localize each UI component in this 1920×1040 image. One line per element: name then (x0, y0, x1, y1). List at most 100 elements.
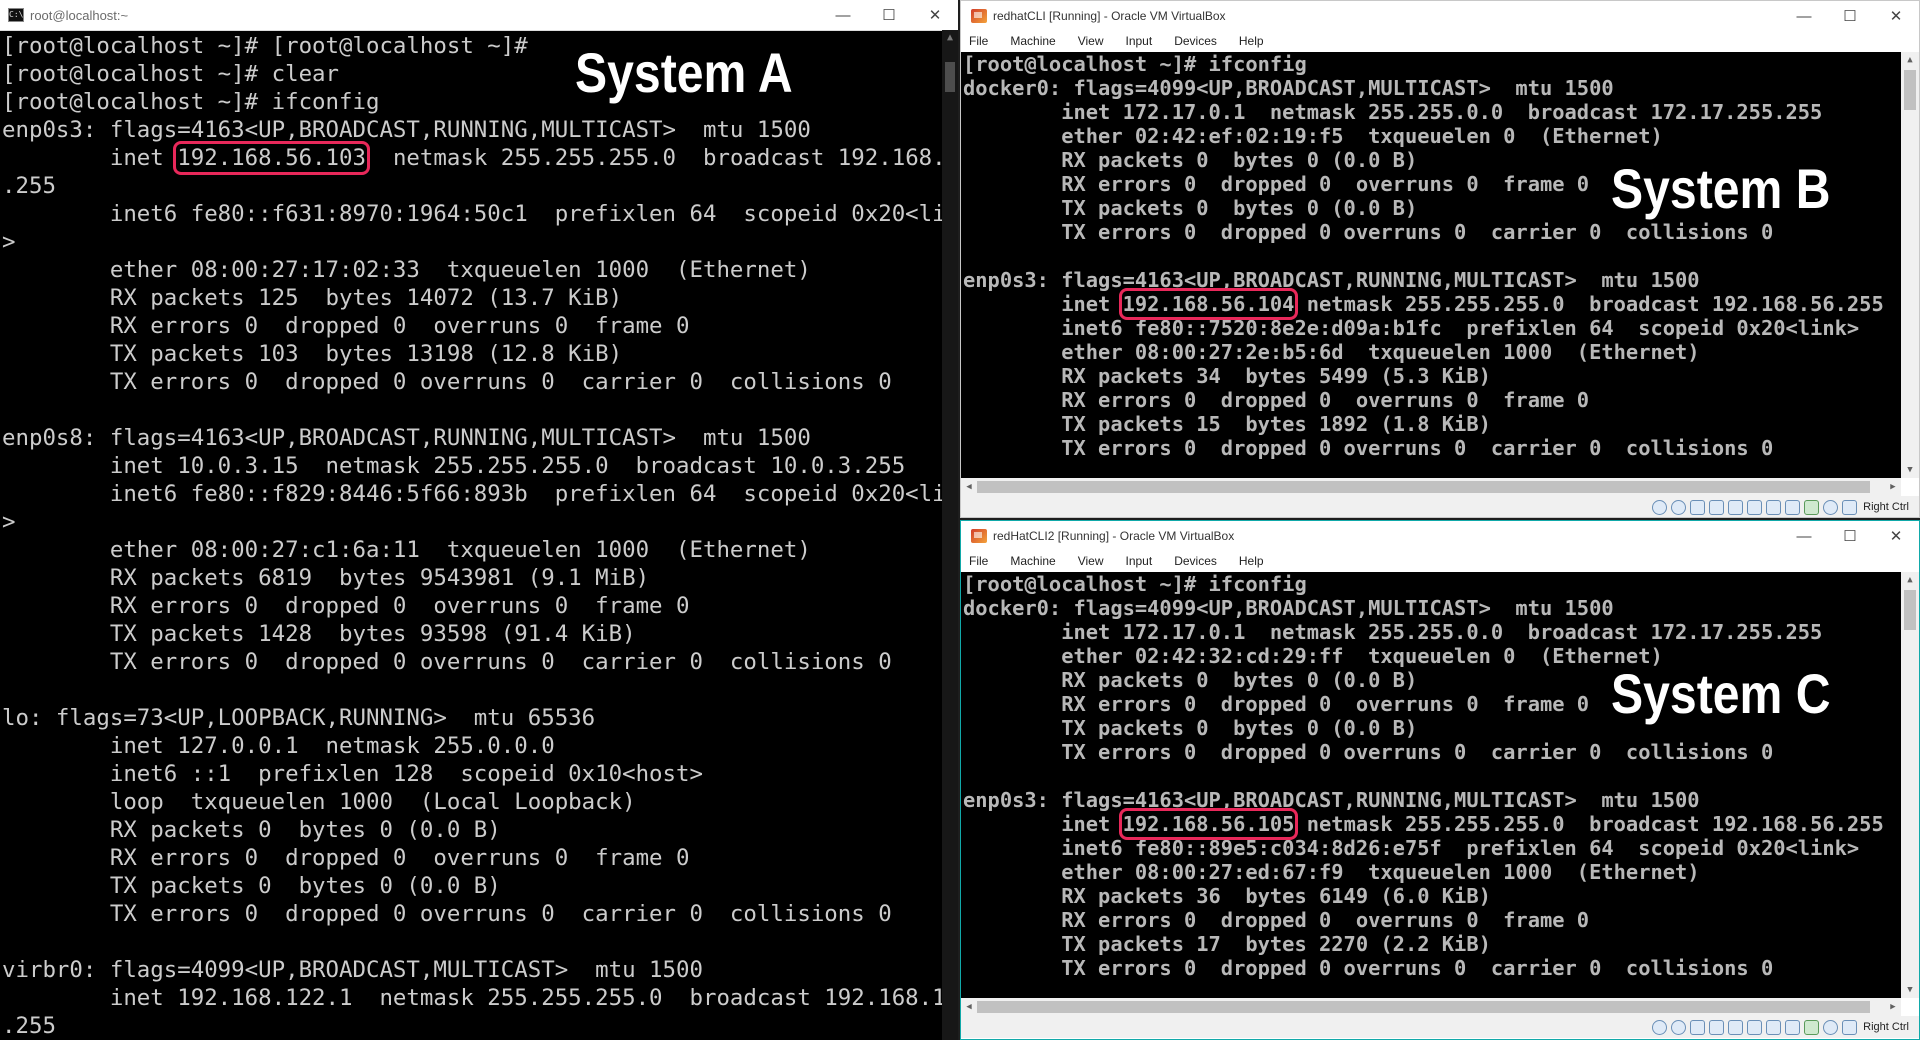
virtualbox-window-c[interactable]: redHatCLI2 [Running] - Oracle VM Virtual… (960, 520, 1920, 1040)
console-line: RX packets 36 bytes 6149 (6.0 KiB) (963, 884, 1491, 908)
terminal-window[interactable]: C:\ root@localhost:~ — ☐ ✕ [root@localho… (0, 0, 958, 1040)
console-line: RX errors 0 dropped 0 overruns 0 frame 0 (963, 908, 1590, 932)
virtualbox-icon (971, 529, 987, 543)
video-capture-icon[interactable] (1785, 499, 1801, 515)
scroll-left-arrow-icon[interactable]: ◀ (961, 998, 977, 1016)
terminal-titlebar[interactable]: C:\ root@localhost:~ — ☐ ✕ (0, 0, 958, 31)
audio-icon[interactable] (1690, 499, 1706, 515)
scroll-thumb[interactable] (1904, 70, 1916, 110)
close-button[interactable]: ✕ (912, 6, 958, 24)
shared-folders-icon[interactable] (1747, 1019, 1763, 1035)
console-line: enp0s3: flags=4163<UP,BROADCAST,RUNNING,… (963, 268, 1700, 292)
keyboard-icon[interactable] (1842, 1019, 1858, 1035)
usb-icon[interactable] (1728, 499, 1744, 515)
menu-file[interactable]: File (969, 34, 988, 48)
menu-machine[interactable]: Machine (1010, 34, 1055, 48)
display-icon[interactable] (1766, 499, 1782, 515)
menu-devices[interactable]: Devices (1174, 554, 1217, 568)
vbox-c-titlebar[interactable]: redHatCLI2 [Running] - Oracle VM Virtual… (961, 521, 1919, 551)
keyboard-icon[interactable] (1842, 499, 1858, 515)
vbox-b-vertical-scrollbar[interactable]: ▲ ▼ (1901, 52, 1919, 478)
vm-c-console[interactable]: [root@localhost ~]# ifconfig docker0: fla… (961, 572, 1901, 998)
scroll-up-arrow-icon[interactable]: ▲ (1901, 572, 1919, 588)
optical-drive-icon[interactable] (1671, 1019, 1687, 1035)
vbox-c-horizontal-scrollbar[interactable]: ◀ ▶ (961, 998, 1901, 1016)
vbox-c-vertical-scrollbar[interactable]: ▲ ▼ (1901, 572, 1919, 998)
host-key-label: Right Ctrl (1863, 501, 1909, 513)
shared-folders-icon[interactable] (1747, 499, 1763, 515)
console-line: TX errors 0 dropped 0 overruns 0 carrier… (963, 220, 1774, 244)
terminal-scrollbar[interactable]: ▲ (942, 30, 958, 1040)
optical-drive-icon[interactable] (1671, 499, 1687, 515)
vbox-c-menubar: File Machine View Input Devices Help (961, 551, 1919, 571)
maximize-button[interactable]: ☐ (1827, 527, 1873, 545)
close-button[interactable]: ✕ (1873, 7, 1919, 25)
menu-input[interactable]: Input (1126, 34, 1153, 48)
scroll-thumb[interactable] (977, 1001, 1870, 1013)
scroll-down-arrow-icon[interactable]: ▼ (1901, 982, 1919, 998)
scroll-thumb[interactable] (1904, 590, 1916, 630)
display-icon[interactable] (1766, 1019, 1782, 1035)
menu-devices[interactable]: Devices (1174, 34, 1217, 48)
menu-help[interactable]: Help (1239, 34, 1264, 48)
audio-icon[interactable] (1690, 1019, 1706, 1035)
menu-view[interactable]: View (1078, 34, 1104, 48)
minimize-button[interactable]: — (1781, 528, 1827, 545)
scroll-up-arrow-icon[interactable]: ▲ (1901, 52, 1919, 68)
system-c-label: System C (1611, 662, 1831, 725)
console-line: inet6 fe80::f631:8970:1964:50c1 prefixle… (2, 201, 958, 227)
vbox-b-titlebar[interactable]: redhatCLI [Running] - Oracle VM VirtualB… (961, 1, 1919, 31)
netmask-broadcast-text: netmask 255.255.255.0 broadcast 192.168.… (1294, 812, 1884, 836)
console-line: RX errors 0 dropped 0 overruns 0 frame 0 (2, 845, 690, 871)
scroll-left-arrow-icon[interactable]: ◀ (961, 478, 977, 496)
maximize-button[interactable]: ☐ (866, 6, 912, 24)
console-line: inet6 fe80::f829:8446:5f66:893b prefixle… (2, 481, 958, 507)
close-button[interactable]: ✕ (1873, 527, 1919, 545)
video-capture-icon[interactable] (1785, 1019, 1801, 1035)
vbox-b-statusbar: Right Ctrl (961, 496, 1919, 517)
cpu-activity-icon[interactable] (1804, 1019, 1820, 1035)
console-line: inet 172.17.0.1 netmask 255.255.0.0 broa… (963, 620, 1823, 644)
terminal-output[interactable]: [root@localhost ~]# [root@localhost ~]#[… (0, 30, 958, 1040)
netmask-broadcast-text: netmask 255.255.255.0 broadcast 192.168.… (365, 145, 958, 171)
scroll-down-arrow-icon[interactable]: ▼ (1901, 462, 1919, 478)
hard-disk-icon[interactable] (1652, 499, 1668, 515)
console-line: RX packets 125 bytes 14072 (13.7 KiB) (2, 285, 623, 311)
network-icon[interactable] (1709, 1019, 1725, 1035)
console-line: docker0: flags=4099<UP,BROADCAST,MULTICA… (963, 596, 1614, 620)
mouse-integration-icon[interactable] (1823, 499, 1839, 515)
console-line: [root@localhost ~]# ifconfig (963, 52, 1307, 76)
cpu-activity-icon[interactable] (1804, 499, 1820, 515)
maximize-button[interactable]: ☐ (1827, 7, 1873, 25)
console-line: inet6 fe80::89e5:c034:8d26:e75f prefixle… (963, 836, 1860, 860)
scroll-right-arrow-icon[interactable]: ▶ (1885, 478, 1901, 496)
menu-input[interactable]: Input (1126, 554, 1153, 568)
minimize-button[interactable]: — (820, 7, 866, 24)
mouse-integration-icon[interactable] (1823, 1019, 1839, 1035)
minimize-button[interactable]: — (1781, 8, 1827, 25)
menu-machine[interactable]: Machine (1010, 554, 1055, 568)
menu-view[interactable]: View (1078, 554, 1104, 568)
vbox-b-horizontal-scrollbar[interactable]: ◀ ▶ (961, 478, 1901, 496)
scroll-right-arrow-icon[interactable]: ▶ (1885, 998, 1901, 1016)
scroll-thumb[interactable] (977, 481, 1870, 493)
menu-file[interactable]: File (969, 554, 988, 568)
highlighted-ip-address: 192.168.56.104 (1118, 288, 1299, 320)
scroll-up-arrow-icon[interactable]: ▲ (942, 30, 958, 46)
system-a-label: System A (575, 41, 793, 104)
vm-b-console[interactable]: [root@localhost ~]# ifconfig docker0: fla… (961, 52, 1901, 478)
highlighted-ip-address: 192.168.56.105 (1118, 808, 1299, 840)
console-line: inet6 ::1 prefixlen 128 scopeid 0x10<hos… (2, 761, 703, 787)
menu-help[interactable]: Help (1239, 554, 1264, 568)
usb-icon[interactable] (1728, 1019, 1744, 1035)
console-line: > (2, 229, 16, 255)
console-line: TX errors 0 dropped 0 overruns 0 carrier… (963, 956, 1774, 980)
network-icon[interactable] (1709, 499, 1725, 515)
hard-disk-icon[interactable] (1652, 1019, 1668, 1035)
console-line: RX packets 6819 bytes 9543981 (9.1 MiB) (2, 565, 650, 591)
console-line: lo: flags=73<UP,LOOPBACK,RUNNING> mtu 65… (2, 705, 596, 731)
scroll-thumb[interactable] (945, 62, 955, 92)
host-key-label: Right Ctrl (1863, 1021, 1909, 1033)
virtualbox-window-b[interactable]: redhatCLI [Running] - Oracle VM VirtualB… (960, 0, 1920, 518)
